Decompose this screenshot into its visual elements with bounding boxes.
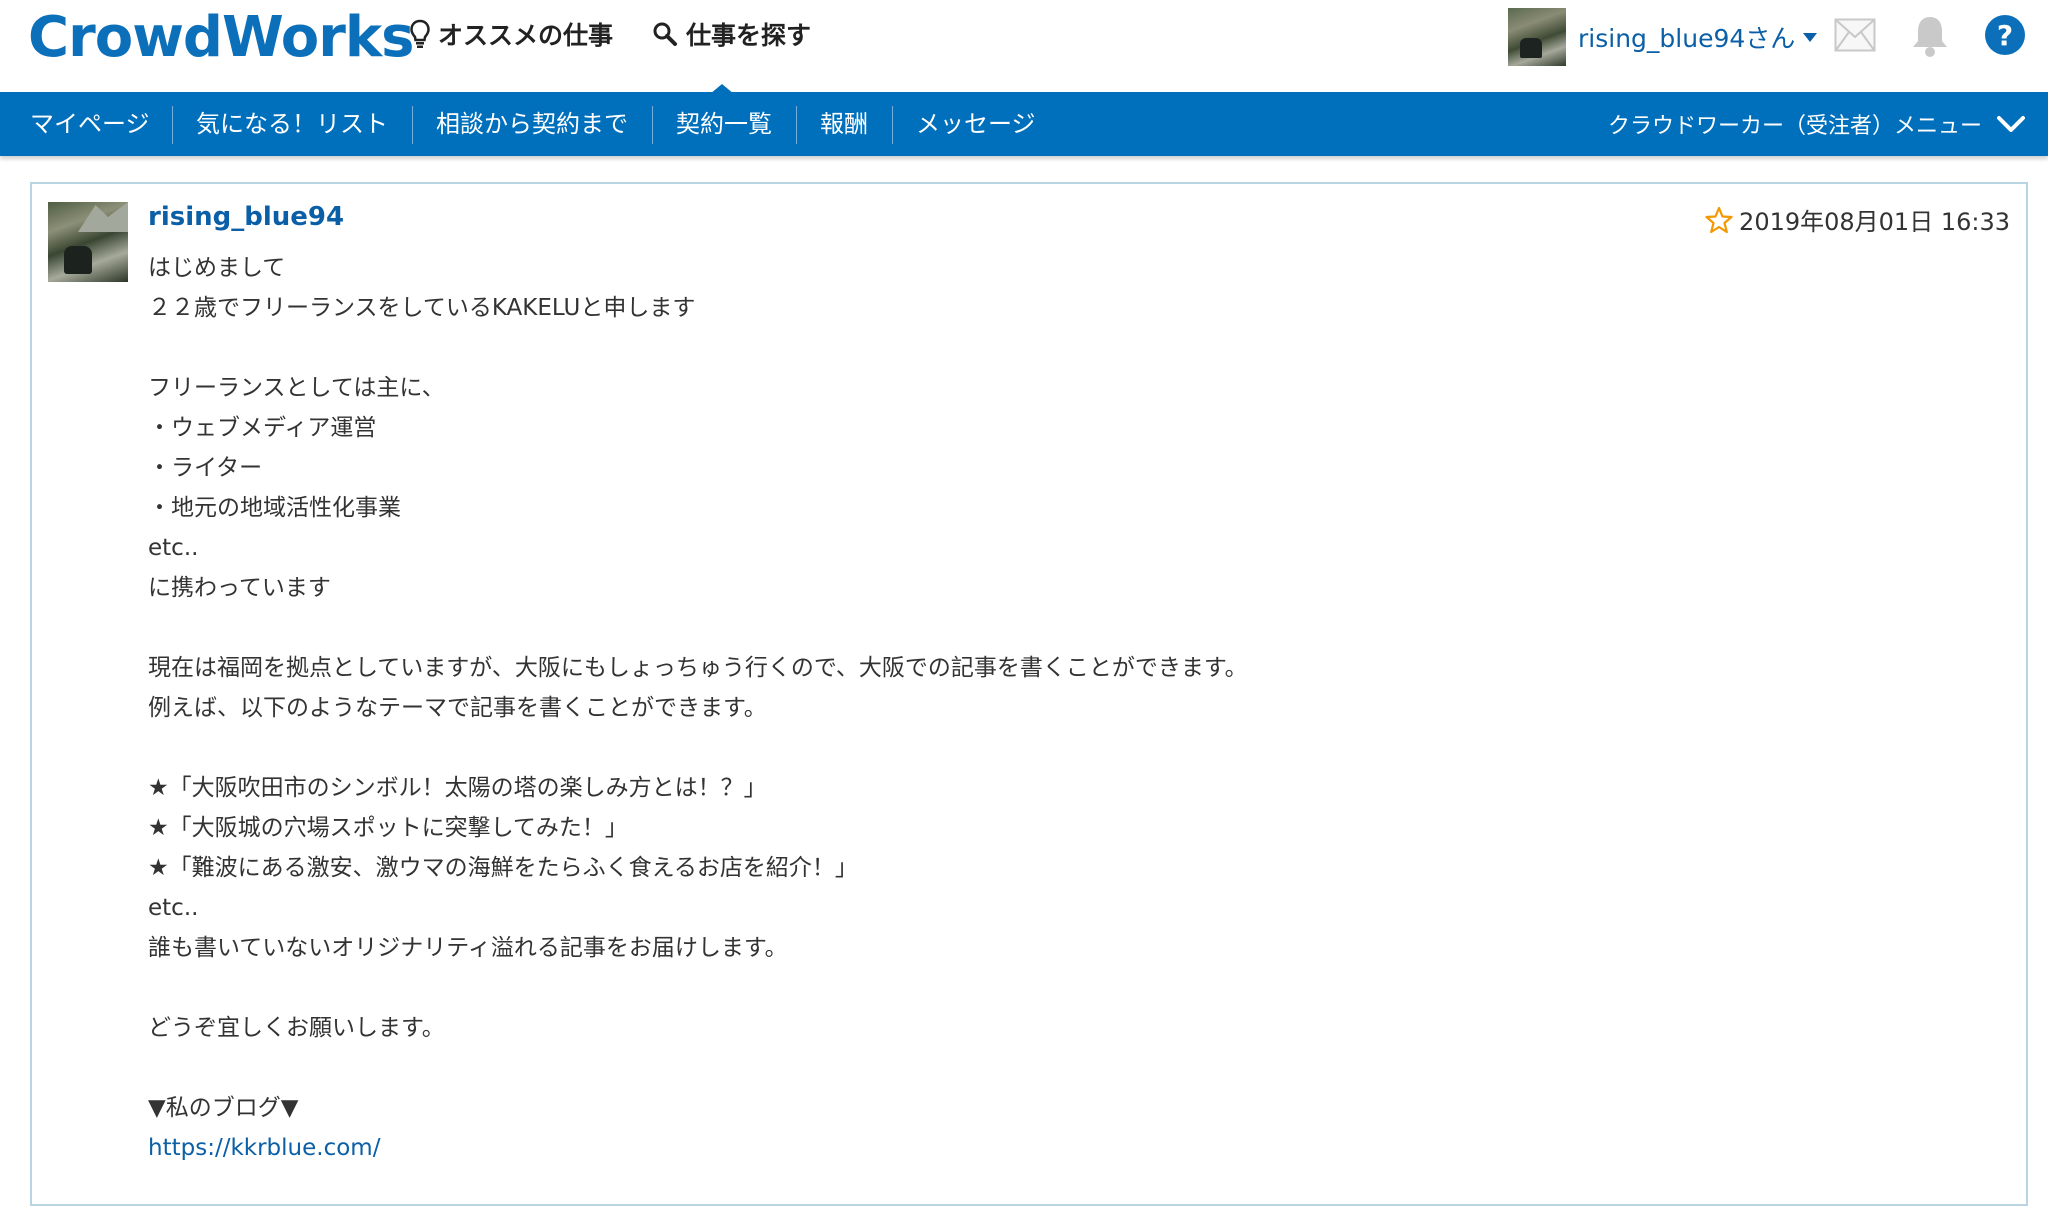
message-card: rising_blue94 2019年08月01日 16:33 はじめまして ２… bbox=[30, 182, 2028, 1206]
site-header: CrowdWorks オススメの仕事 仕事を探す rising_blue94さん… bbox=[0, 0, 2048, 92]
nav-divider bbox=[172, 106, 173, 144]
nav-item-watchlist[interactable]: 気になる！リスト bbox=[196, 92, 388, 156]
message-line: etc.. bbox=[148, 535, 199, 561]
lightbulb-icon bbox=[410, 19, 430, 48]
nav-item-contracts[interactable]: 契約一覧 bbox=[676, 92, 772, 156]
message-line bbox=[148, 728, 1988, 768]
nav-divider bbox=[796, 106, 797, 144]
nav-item-mypage[interactable]: マイページ bbox=[30, 92, 150, 156]
user-name: rising_blue94さん bbox=[1578, 24, 1796, 53]
find-jobs-label: 仕事を探す bbox=[686, 21, 812, 50]
message-line: ・ウェブメディア運営 bbox=[148, 415, 377, 441]
star-icon[interactable] bbox=[1705, 206, 1733, 234]
message-line bbox=[148, 1048, 1988, 1088]
message-line: 誰も書いていないオリジナリティ溢れる記事をお届けします。 bbox=[148, 935, 788, 961]
crowdworks-logo[interactable]: CrowdWorks bbox=[28, 4, 414, 72]
main-nav: マイページ 気になる！リスト 相談から契約まで 契約一覧 報酬 メッセージ クラ… bbox=[0, 92, 2048, 156]
message-line: ★「大阪吹田市のシンボル！太陽の塔の楽しみ方とは！？」 bbox=[148, 775, 767, 801]
message-line: 例えば、以下のようなテーマで記事を書くことができます。 bbox=[148, 695, 767, 721]
nav-divider bbox=[892, 106, 893, 144]
sender-avatar[interactable] bbox=[48, 202, 128, 282]
message-line: ★「難波にある激安、激ウマの海鮮をたらふく食えるお店を紹介！」 bbox=[148, 855, 858, 881]
worker-menu-toggle[interactable]: クラウドワーカー（受注者）メニュー bbox=[1608, 92, 2026, 156]
message-line bbox=[148, 968, 1988, 1008]
message-line bbox=[148, 608, 1988, 648]
message-line: はじめまして bbox=[148, 255, 286, 281]
message-line: 現在は福岡を拠点としていますが、大阪にもしょっちゅう行くので、大阪での記事を書く… bbox=[148, 655, 1248, 681]
chevron-down-icon bbox=[1803, 32, 1818, 42]
message-line: どうぞ宜しくお願いします。 bbox=[148, 1015, 445, 1041]
search-icon bbox=[653, 22, 677, 46]
nav-item-payments[interactable]: 報酬 bbox=[820, 92, 868, 156]
message-line: ★「大阪城の穴場スポットに突撃してみた！」 bbox=[148, 815, 628, 841]
worker-menu-label: クラウドワーカー（受注者）メニュー bbox=[1607, 114, 1982, 139]
user-menu[interactable]: rising_blue94さん bbox=[1508, 8, 1818, 66]
nav-item-messages[interactable]: メッセージ bbox=[916, 92, 1036, 156]
message-line: ▼私のブログ▼ bbox=[148, 1095, 299, 1121]
message-line: ・地元の地域活性化事業 bbox=[148, 495, 401, 521]
message-line: に携わっています bbox=[148, 575, 331, 601]
message-line bbox=[148, 328, 1988, 368]
chevron-down-icon bbox=[1997, 116, 2025, 132]
nav-item-consult-to-contract[interactable]: 相談から契約まで bbox=[436, 92, 628, 156]
message-line: ２２歳でフリーランスをしているKAKELUと申します bbox=[148, 295, 696, 321]
blog-link[interactable]: https://kkrblue.com/ bbox=[148, 1128, 1988, 1168]
message-body: はじめまして ２２歳でフリーランスをしているKAKELUと申します フリーランス… bbox=[148, 248, 1988, 1168]
nav-divider bbox=[412, 106, 413, 144]
message-timestamp: 2019年08月01日 16:33 bbox=[1739, 208, 2010, 236]
recommended-jobs-link[interactable]: オススメの仕事 bbox=[410, 16, 613, 52]
message-line: etc.. bbox=[148, 895, 199, 921]
message-line: フリーランスとしては主に、 bbox=[148, 375, 445, 401]
sender-name[interactable]: rising_blue94 bbox=[148, 202, 344, 232]
help-icon[interactable]: ? bbox=[1984, 14, 2026, 56]
svg-text:?: ? bbox=[1997, 19, 2013, 52]
nav-divider bbox=[652, 106, 653, 144]
active-nav-indicator bbox=[710, 84, 734, 94]
bell-icon[interactable] bbox=[1910, 14, 1950, 58]
mail-icon[interactable] bbox=[1834, 18, 1876, 52]
message-meta: 2019年08月01日 16:33 bbox=[1705, 202, 2010, 237]
find-jobs-link[interactable]: 仕事を探す bbox=[652, 16, 811, 52]
avatar bbox=[1508, 8, 1566, 66]
message-line: ・ライター bbox=[148, 455, 263, 481]
recommended-jobs-label: オススメの仕事 bbox=[438, 21, 614, 50]
